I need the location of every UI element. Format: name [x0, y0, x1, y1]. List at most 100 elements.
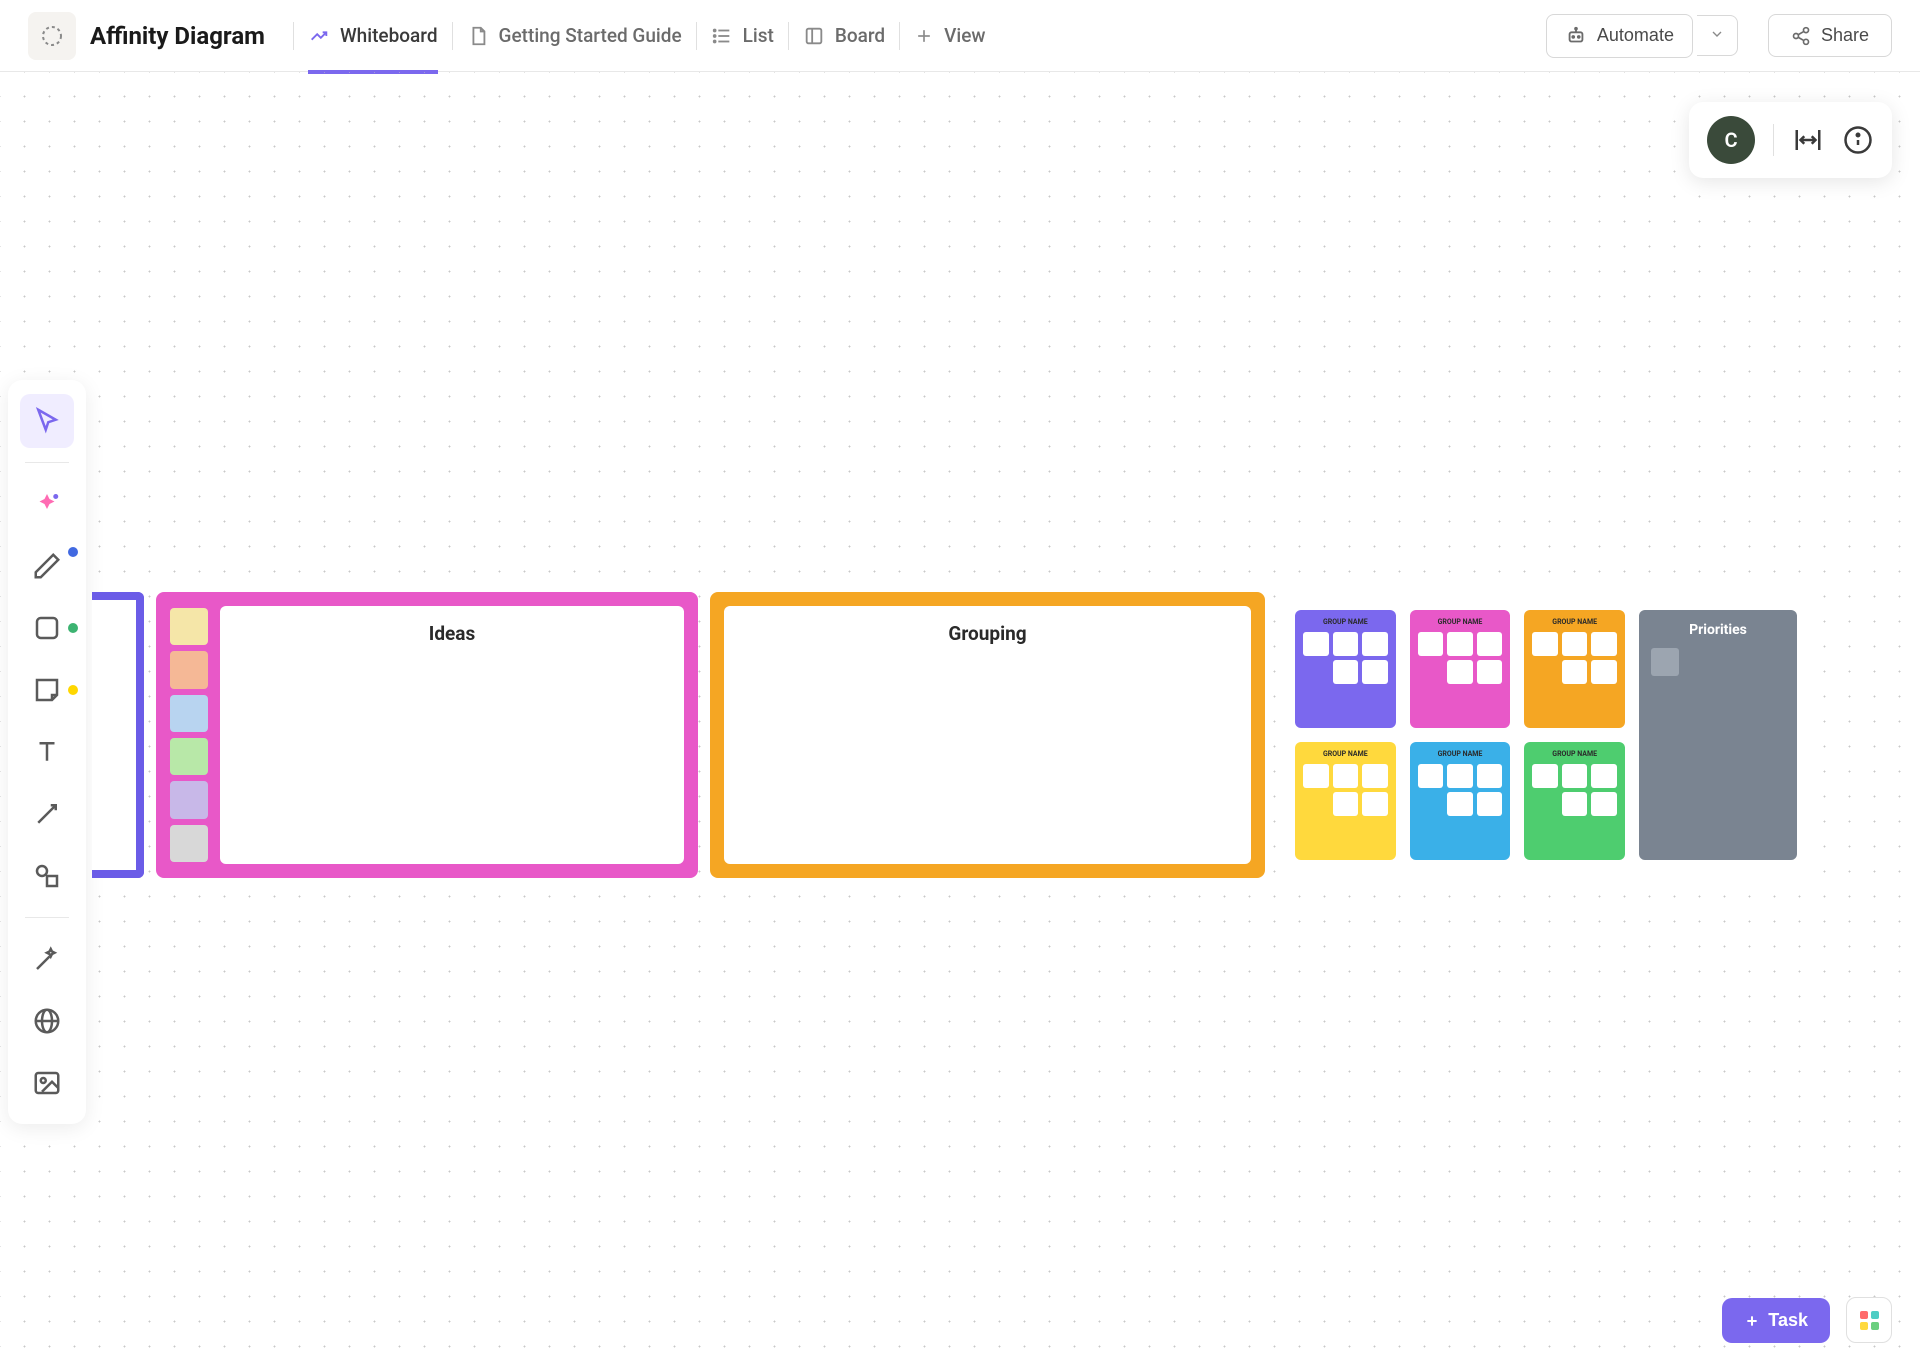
- avatar[interactable]: C: [1707, 116, 1755, 164]
- cell[interactable]: [1418, 764, 1444, 788]
- tab-getting-started[interactable]: Getting Started Guide: [467, 16, 682, 55]
- cell[interactable]: [1477, 660, 1503, 684]
- plus-icon: [1744, 1313, 1760, 1329]
- priorities-panel[interactable]: Priorities: [1639, 610, 1797, 860]
- ideas-title: Ideas: [236, 622, 668, 645]
- tool-sticky[interactable]: [20, 663, 74, 717]
- share-icon: [1791, 26, 1811, 46]
- cell[interactable]: [1333, 632, 1359, 656]
- group-card[interactable]: GROUP NAME: [1295, 610, 1396, 728]
- cell[interactable]: [1333, 660, 1359, 684]
- text-icon: [32, 737, 62, 767]
- tool-select[interactable]: [20, 394, 74, 448]
- shapes-icon: [32, 861, 62, 891]
- cell[interactable]: [1362, 764, 1388, 788]
- groups-grid: GROUP NAME GROUP NAME GROUP NAME: [1295, 610, 1625, 860]
- tab-whiteboard[interactable]: Whiteboard: [308, 16, 438, 55]
- cubes-column: [170, 606, 208, 864]
- automate-label: Automate: [1597, 25, 1674, 46]
- whiteboard-canvas[interactable]: C: [0, 72, 1920, 1367]
- group-label: GROUP NAME: [1532, 750, 1617, 758]
- cell[interactable]: [1303, 632, 1329, 656]
- toolbar: [8, 380, 86, 1124]
- share-button[interactable]: Share: [1768, 14, 1892, 57]
- apps-button[interactable]: [1846, 1297, 1892, 1343]
- cube-item[interactable]: [170, 825, 208, 862]
- cell[interactable]: [1477, 764, 1503, 788]
- tool-pen[interactable]: [20, 539, 74, 593]
- cursor-icon: [32, 406, 62, 436]
- task-button[interactable]: Task: [1722, 1298, 1830, 1343]
- cell[interactable]: [1447, 764, 1473, 788]
- groups-section[interactable]: GROUP NAME GROUP NAME GROUP NAME: [1277, 592, 1815, 878]
- tool-shape[interactable]: [20, 601, 74, 655]
- fit-width-button[interactable]: [1792, 124, 1824, 156]
- cell[interactable]: [1532, 632, 1558, 656]
- grouping-panel[interactable]: Grouping: [710, 592, 1265, 878]
- cube-item[interactable]: [170, 695, 208, 732]
- cell[interactable]: [1333, 764, 1359, 788]
- group-cells: [1532, 764, 1617, 816]
- cell[interactable]: [1591, 632, 1617, 656]
- tool-web[interactable]: [20, 994, 74, 1048]
- tab-list[interactable]: List: [711, 16, 774, 55]
- add-view-button[interactable]: View: [914, 24, 985, 47]
- priority-slot[interactable]: [1651, 648, 1679, 676]
- info-button[interactable]: [1842, 124, 1874, 156]
- edge-panel[interactable]: [92, 592, 144, 878]
- ideas-panel[interactable]: Ideas: [156, 592, 698, 878]
- cell[interactable]: [1333, 792, 1359, 816]
- cell[interactable]: [1447, 660, 1473, 684]
- cube-item[interactable]: [170, 738, 208, 775]
- group-card[interactable]: GROUP NAME: [1524, 742, 1625, 860]
- cell[interactable]: [1562, 632, 1588, 656]
- cube-item[interactable]: [170, 781, 208, 818]
- cell[interactable]: [1591, 660, 1617, 684]
- cell[interactable]: [1562, 764, 1588, 788]
- divider: [293, 22, 294, 50]
- cube-item[interactable]: [170, 608, 208, 645]
- group-card[interactable]: GROUP NAME: [1524, 610, 1625, 728]
- tool-magic[interactable]: [20, 932, 74, 986]
- share-label: Share: [1821, 25, 1869, 46]
- cell[interactable]: [1418, 632, 1444, 656]
- divider: [452, 22, 453, 50]
- automate-button[interactable]: Automate: [1546, 14, 1693, 58]
- cell[interactable]: [1591, 792, 1617, 816]
- tab-board[interactable]: Board: [803, 16, 885, 55]
- group-card[interactable]: GROUP NAME: [1410, 610, 1511, 728]
- cell[interactable]: [1562, 660, 1588, 684]
- tool-image[interactable]: [20, 1056, 74, 1110]
- fit-width-icon: [1793, 125, 1823, 155]
- tool-more-shapes[interactable]: [20, 849, 74, 903]
- cell[interactable]: [1362, 792, 1388, 816]
- globe-icon: [32, 1006, 62, 1036]
- tool-connector[interactable]: [20, 787, 74, 841]
- plus-icon: [914, 26, 934, 46]
- cell[interactable]: [1591, 764, 1617, 788]
- tool-ai[interactable]: [20, 477, 74, 531]
- cell[interactable]: [1362, 632, 1388, 656]
- group-card[interactable]: GROUP NAME: [1410, 742, 1511, 860]
- cell[interactable]: [1562, 792, 1588, 816]
- cell[interactable]: [1362, 660, 1388, 684]
- document-icon: [467, 25, 489, 47]
- cell[interactable]: [1303, 764, 1329, 788]
- tool-text[interactable]: [20, 725, 74, 779]
- tab-label: Whiteboard: [340, 24, 438, 47]
- cell[interactable]: [1477, 632, 1503, 656]
- automate-dropdown[interactable]: [1697, 15, 1738, 56]
- board-icon: [803, 25, 825, 47]
- ideas-content[interactable]: Ideas: [220, 606, 684, 864]
- group-card[interactable]: GROUP NAME: [1295, 742, 1396, 860]
- cell[interactable]: [1477, 792, 1503, 816]
- cell[interactable]: [1532, 764, 1558, 788]
- square-icon: [32, 613, 62, 643]
- robot-icon: [1565, 25, 1587, 47]
- content-area: Ideas Grouping GROUP NAME GROUP NAME: [92, 592, 1815, 878]
- cube-item[interactable]: [170, 651, 208, 688]
- cell[interactable]: [1447, 792, 1473, 816]
- grouping-content[interactable]: Grouping: [724, 606, 1251, 864]
- cell[interactable]: [1447, 632, 1473, 656]
- group-cells: [1303, 764, 1388, 816]
